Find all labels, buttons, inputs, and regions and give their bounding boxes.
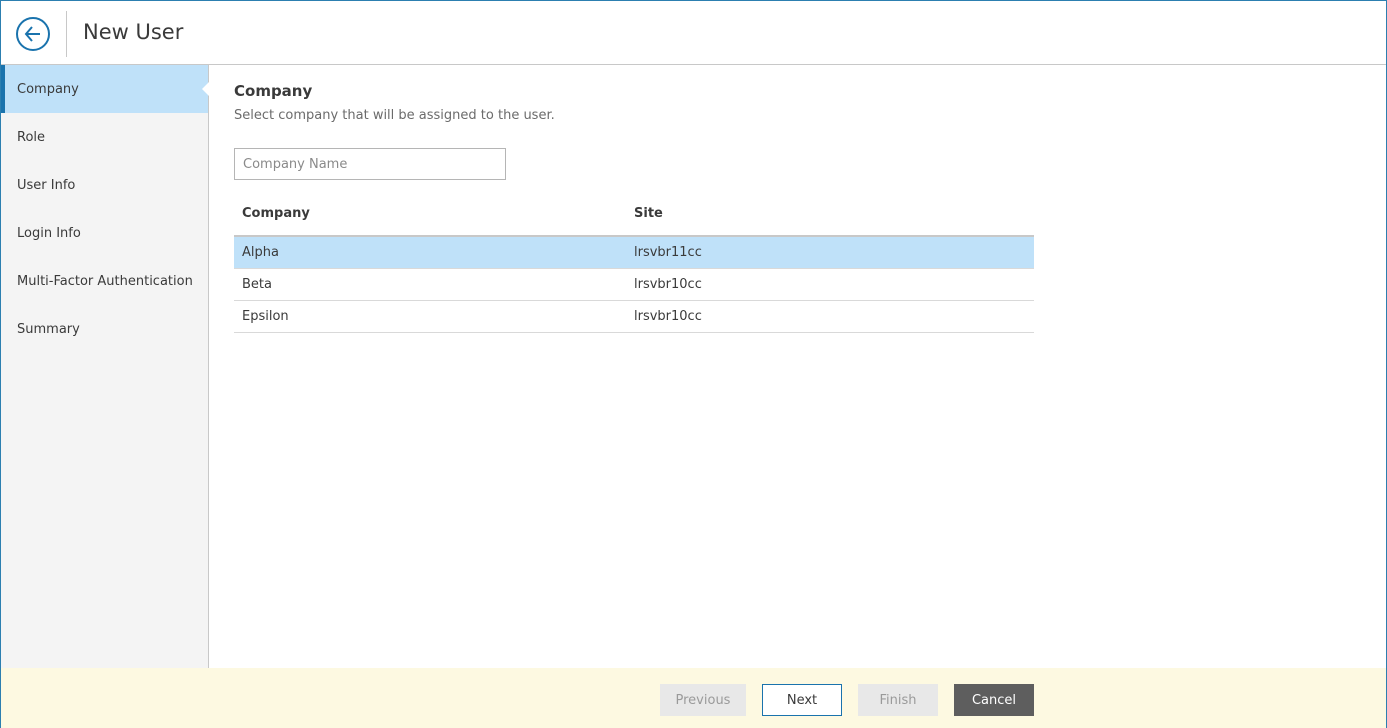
table-row[interactable]: Beta lrsvbr10cc <box>234 269 1034 301</box>
cell-site: lrsvbr10cc <box>634 309 702 324</box>
wizard-steps-sidebar: Company Role User Info Login Info Multi-… <box>1 65 209 668</box>
step-login-info[interactable]: Login Info <box>1 209 208 257</box>
step-label: User Info <box>17 177 76 193</box>
back-button[interactable] <box>16 17 50 51</box>
step-label: Multi-Factor Authentication <box>17 273 193 289</box>
step-label: Summary <box>17 321 80 337</box>
finish-button[interactable]: Finish <box>858 684 938 716</box>
step-label: Company <box>17 81 79 97</box>
company-name-search-input[interactable] <box>234 148 506 180</box>
section-title: Company <box>234 82 313 100</box>
cell-company: Beta <box>242 277 272 292</box>
cell-site: lrsvbr11cc <box>634 245 702 260</box>
column-header-company[interactable]: Company <box>234 206 626 221</box>
step-role[interactable]: Role <box>1 113 208 161</box>
table-header: Company Site <box>234 192 1034 237</box>
column-header-site[interactable]: Site <box>626 206 1034 221</box>
wizard-window: New User Company Role User Info Login In… <box>0 0 1387 728</box>
step-company[interactable]: Company <box>1 65 209 113</box>
step-label: Role <box>17 129 46 145</box>
cell-company: Alpha <box>242 245 279 260</box>
section-description: Select company that will be assigned to … <box>234 108 555 123</box>
header-divider <box>66 11 67 57</box>
arrow-left-circle-icon <box>24 26 40 42</box>
page-title: New User <box>83 20 184 44</box>
step-multi-factor-authentication[interactable]: Multi-Factor Authentication <box>1 257 208 305</box>
next-button[interactable]: Next <box>762 684 842 716</box>
step-user-info[interactable]: User Info <box>1 161 208 209</box>
wizard-footer: Previous Next Finish Cancel <box>1 668 1386 728</box>
table-row[interactable]: Alpha lrsvbr11cc <box>234 237 1034 269</box>
previous-button[interactable]: Previous <box>660 684 746 716</box>
table-row[interactable]: Epsilon lrsvbr10cc <box>234 301 1034 333</box>
company-table: Company Site Alpha lrsvbr11cc Beta lrsvb… <box>234 192 1034 333</box>
header: New User <box>1 1 1386 65</box>
cell-company: Epsilon <box>242 309 289 324</box>
cell-site: lrsvbr10cc <box>634 277 702 292</box>
cancel-button[interactable]: Cancel <box>954 684 1034 716</box>
step-label: Login Info <box>17 225 81 241</box>
step-summary[interactable]: Summary <box>1 305 208 353</box>
main-content: Company Select company that will be assi… <box>210 65 1386 668</box>
